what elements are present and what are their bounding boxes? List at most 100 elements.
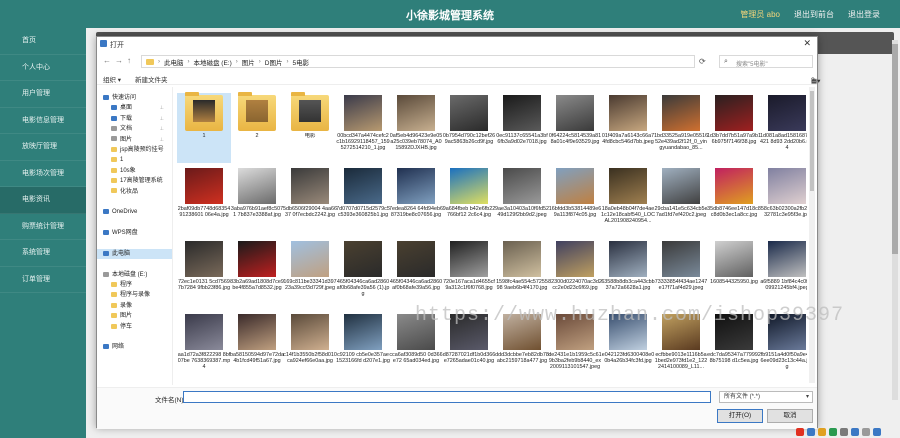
file-tile[interactable]: a6f5889 1bf84c4c0f8009921245bf4.jpeg <box>760 239 807 309</box>
sidebar-item[interactable]: 用户管理 <box>0 81 86 108</box>
file-tile[interactable]: 3aba976b91aef8c5071 7b837e3388af.jpg <box>230 166 284 236</box>
file-tile[interactable]: 00bcd347a4474cefc2c1b16929118457_1595272… <box>336 93 390 163</box>
sidebar-item[interactable]: 系统管理 <box>0 240 86 267</box>
sidebar-item[interactable]: 订单管理 <box>0 267 86 293</box>
nav-item[interactable]: 化妆品 <box>97 187 172 197</box>
address-bar[interactable]: › 此电脑 › 本地磁盘 (E:) › 图片 › D图片 › 5电影 <box>141 55 695 68</box>
nav-item[interactable]: 本地磁盘 (E:) <box>97 270 172 280</box>
back-arrow-icon[interactable]: ← <box>103 56 111 65</box>
file-tile[interactable]: 0f64224c5814539a818a01c4f9e93529.jpg <box>548 93 602 163</box>
file-tile[interactable]: 16bfdd3b53814489e69a113f874c05.jpg <box>548 166 602 236</box>
forward-arrow-icon[interactable]: → <box>115 56 123 65</box>
breadcrumb-item[interactable]: 此电脑 <box>164 57 184 67</box>
file-tile[interactable]: 169c811be33341d39723a39ccf3d729f.jpeg <box>283 239 337 309</box>
file-tile[interactable]: 465f04346ca6ad2860af0b68afe39a56.jpg <box>389 239 443 309</box>
nav-item[interactable]: 17高陵管理系统 <box>97 176 172 186</box>
file-tile[interactable]: 01f409a7a6143c66a74fd8cbc546d7bb.jpeg <box>601 93 655 163</box>
organize-menu[interactable]: 组织 ▾ <box>103 74 121 84</box>
file-tile[interactable]: aa1d72a3f822298 8bf07be 7638369387.mp4 <box>177 312 231 382</box>
nav-item[interactable]: WPS网盘 <box>97 228 172 238</box>
file-tile[interactable]: 1 <box>177 92 231 163</box>
file-tile[interactable]: c92109 cb5e0e357ae1523166fd d207e1.jpg <box>336 312 390 382</box>
nav-item[interactable]: OneDrive <box>97 207 172 217</box>
file-tile[interactable]: 0af5eb4d96423e9e05a25c039eb78074_A015892… <box>389 93 443 163</box>
file-tile[interactable]: 5db6506f29004 4aa6637 0f7ecbdc2242.jpg <box>283 166 337 236</box>
nav-item[interactable]: 图片 <box>97 311 172 321</box>
file-tile[interactable]: 1d081a8ad1581687e8421 8d93 2dd20b6.mp4 <box>760 93 807 163</box>
tray-icon[interactable] <box>807 428 815 436</box>
nav-item[interactable]: 程序与录像 <box>97 290 172 300</box>
nav-item[interactable]: 此电脑 <box>97 248 172 260</box>
logout-link[interactable]: 退出登录 <box>848 9 880 20</box>
file-tile[interactable]: 18a0eb48b04f7de4ae1c12e18cabf540_LOCAL20… <box>601 166 655 236</box>
nav-item[interactable]: 桌面 ⊥ <box>97 103 172 113</box>
nav-item[interactable]: 网络 <box>97 342 172 352</box>
back-to-front-link[interactable]: 退出到前台 <box>794 9 834 20</box>
filetype-select[interactable]: 所有文件 (*.*) ▾ <box>719 391 813 403</box>
nav-item[interactable]: 停车 <box>97 322 172 332</box>
file-grid-scrollbar-thumb[interactable] <box>810 91 814 191</box>
file-tile[interactable]: 2baf09db7748d6835491238601 06e4a.jpg <box>177 166 231 236</box>
breadcrumb-item[interactable]: 5电影 <box>292 57 309 67</box>
file-tile[interactable]: 9ae3a10403a10f6fd5249d129f2bb9d2.jpeg <box>495 166 549 236</box>
file-tile[interactable]: 73333854f434ae1247e17f71af4d29.jpeg <box>654 239 708 309</box>
tray-icon[interactable] <box>829 428 837 436</box>
tray-icon[interactable] <box>796 428 804 436</box>
file-tile[interactable]: 72ec1e0131 5cd75697b7284 9fbb23f86.jpg <box>177 239 231 309</box>
file-tile[interactable]: 7edea8264 64fd94eb687319be8c07656.jpg <box>389 166 443 236</box>
file-tile[interactable]: 1598fc4ae554c5725598 9aeb6b4f4170.jpg <box>495 239 549 309</box>
sidebar-item[interactable]: 购票统计管理 <box>0 214 86 240</box>
file-tile[interactable]: 29cba141e5c634cb5e7ad1fd7ef420c2.jpeg <box>654 166 708 236</box>
file-tile[interactable]: c14f1b3550b2f58d010ca924ef66e0aa.jpg <box>283 312 337 382</box>
nav-item[interactable]: 文档 ⊥ <box>97 124 172 134</box>
page-scrollbar-thumb[interactable] <box>892 44 898 254</box>
file-grid-scrollbar[interactable] <box>809 87 815 383</box>
sidebar-item[interactable]: 首页 <box>0 28 86 55</box>
file-tile[interactable]: 7d0707d0715d2579c5c5393e360825b1.jpg <box>336 166 390 236</box>
file-tile[interactable]: ba58150594d97e72da4b1fcd49f51a67.jpg <box>230 312 284 382</box>
nav-item[interactable]: 快速访问 <box>97 93 172 103</box>
nav-item[interactable]: 程序 <box>97 280 172 290</box>
file-tile[interactable]: 1608544325950.jpg <box>707 239 761 309</box>
file-tile[interactable]: 0b7954d790c12bef269ac5863b26cd9f.jpg <box>442 93 496 163</box>
sidebar-item[interactable]: 放映厅管理 <box>0 134 86 161</box>
filename-input[interactable] <box>183 391 711 403</box>
nav-item[interactable]: 1 <box>97 155 172 165</box>
sidebar-item[interactable]: 电影场次管理 <box>0 161 86 187</box>
file-tile[interactable]: 电影 <box>283 92 337 163</box>
nav-item[interactable]: jsp高陵预约挂号 <box>97 145 172 155</box>
breadcrumb-item[interactable]: 本地磁盘 (E:) <box>194 57 232 67</box>
tray-icon[interactable] <box>873 428 881 436</box>
file-tile[interactable]: 2 <box>230 92 284 163</box>
breadcrumb-item[interactable]: 图片 <box>242 57 255 67</box>
close-icon[interactable]: ✕ <box>803 38 811 49</box>
file-tile[interactable]: 9a684fbeb b42e6fb22766bf12 2c6c4.jpg <box>442 166 496 236</box>
nav-item[interactable]: 录像 <box>97 301 172 311</box>
new-folder-button[interactable]: 新建文件夹 <box>135 74 168 84</box>
file-tile[interactable]: 35db8746ee147d18c8c8d0b3ec1a8cc.jpg <box>707 166 761 236</box>
tray-icon[interactable] <box>862 428 870 436</box>
breadcrumb-item[interactable]: D图片 <box>265 57 283 67</box>
nav-item[interactable]: 下载 ⊥ <box>97 114 172 124</box>
refresh-icon[interactable]: ⟳ <box>699 57 706 66</box>
file-tile[interactable]: 1d3b7dd7b51a97a9b16b975f7146f38.jpg <box>707 93 761 163</box>
sidebar-item[interactable]: 电影信息管理 <box>0 108 86 134</box>
search-input[interactable]: ⌕ 搜索"5电影" <box>719 55 813 68</box>
nav-item[interactable]: 图片 ⊥ <box>97 135 172 145</box>
sidebar-item[interactable]: 个人中心 <box>0 55 86 81</box>
tray-icon[interactable] <box>840 428 848 436</box>
tray-icon[interactable] <box>818 428 826 436</box>
file-tile[interactable]: 720e167aca1d4655cf9a312c1f6f0768.jpg <box>442 239 496 309</box>
help-icon[interactable]: ? <box>811 77 815 84</box>
file-tile[interactable]: 63588b8db3ca443cbb37a72a6628a1.jpg <box>601 239 655 309</box>
dialog-titlebar[interactable]: 打开 ✕ <box>97 37 817 51</box>
sidebar-item[interactable]: 电影资讯 <box>0 187 86 214</box>
open-button[interactable]: 打开(O) <box>717 409 763 423</box>
cancel-button[interactable]: 取消 <box>767 409 813 423</box>
file-tile[interactable]: 1bd33525a919e0551652e439ad2f12f_0_yingyu… <box>654 93 708 163</box>
file-tile[interactable]: 465f04346ca6ad2860af0b68afe39a56 (1).jpg <box>336 239 390 309</box>
file-tile[interactable]: 82300d0224070ac3d2cc2e0d23c6f69.jpg <box>548 239 602 309</box>
nav-item[interactable]: 10s象 <box>97 166 172 176</box>
tray-icon[interactable] <box>851 428 859 436</box>
file-tile[interactable]: 0ec91137c65541a3bf6fb3a9d02e7018.jpg <box>495 93 549 163</box>
